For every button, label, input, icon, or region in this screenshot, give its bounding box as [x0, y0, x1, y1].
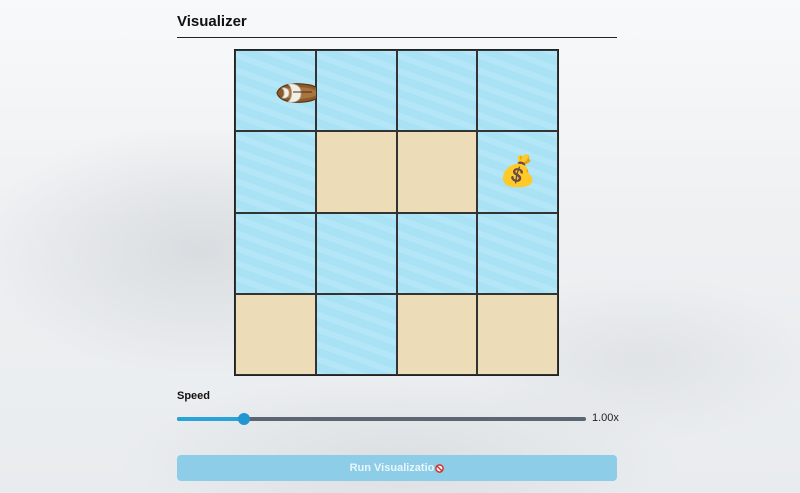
grid-cell-sand	[396, 131, 478, 213]
grid-cell-water	[315, 293, 397, 375]
speed-slider[interactable]	[177, 413, 586, 425]
grid-cell-water	[396, 50, 478, 132]
speed-value: 1.00x	[592, 412, 619, 424]
grid-cell-water	[235, 212, 316, 294]
grid-cell-sand	[396, 293, 478, 375]
grid-cell-water	[235, 131, 316, 213]
page-title: Visualizer	[177, 13, 247, 30]
money-bag-icon: 💰	[498, 154, 537, 188]
grid-cell-sand	[315, 131, 397, 213]
grid-cell-sand	[235, 293, 316, 375]
run-visualization-label: Run Visualizatio	[349, 462, 435, 474]
grid-cell-water	[396, 212, 478, 294]
not-allowed-icon	[435, 463, 445, 473]
speed-slider-thumb[interactable]	[238, 413, 251, 425]
grid-cell-water: 💰	[477, 131, 558, 213]
grid-cell-water	[235, 50, 324, 132]
title-divider	[177, 37, 617, 38]
grid-cell-water	[477, 50, 558, 132]
grid-cell-water	[477, 212, 558, 294]
grid-cell-sand	[477, 293, 558, 375]
run-visualization-button[interactable]: Run Visualizatio	[177, 455, 617, 481]
grid-cell-water	[315, 212, 397, 294]
visualizer-grid: 💰	[234, 49, 559, 376]
grid-cell-water	[315, 50, 397, 132]
speed-slider-fill	[177, 417, 245, 421]
speed-label: Speed	[177, 390, 211, 402]
